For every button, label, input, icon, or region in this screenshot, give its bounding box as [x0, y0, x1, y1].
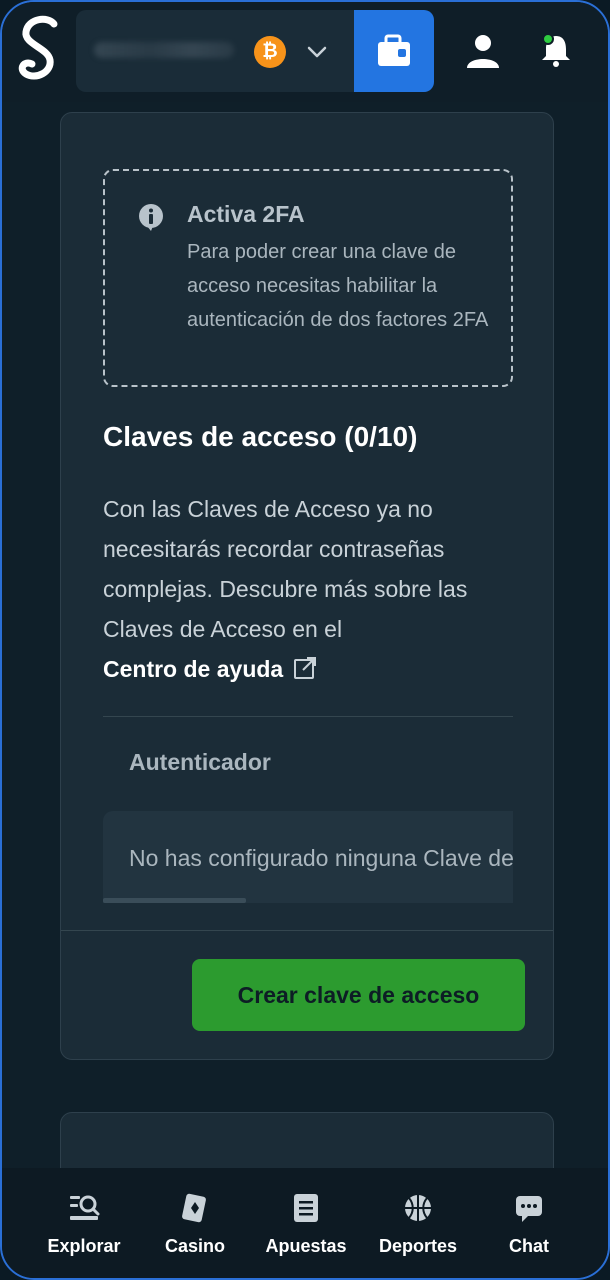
passkeys-card: Activa 2FA Para poder crear una clave de… — [60, 112, 554, 1060]
nav-item-deportes[interactable]: Deportes — [360, 1168, 476, 1278]
hidden-balance — [94, 42, 234, 58]
bitcoin-icon: ₿ — [254, 36, 286, 68]
passkeys-description-text: Con las Claves de Acceso ya no necesitar… — [103, 496, 468, 642]
chevron-down-icon — [307, 46, 327, 58]
nav-label: Apuestas — [265, 1236, 347, 1256]
nav-item-chat[interactable]: Chat — [471, 1168, 587, 1278]
app-frame: ₿ Activa 2FA Para poder crear una clave … — [0, 0, 610, 1280]
wallet-button[interactable] — [354, 10, 434, 92]
nav-label: Chat — [509, 1236, 549, 1256]
bottom-navigation: Explorar Casino Apuestas Deportes Chat — [2, 1168, 608, 1278]
explore-icon — [70, 1195, 100, 1220]
nav-label: Casino — [164, 1236, 225, 1256]
divider — [103, 716, 513, 717]
balance-selector[interactable]: ₿ — [76, 10, 354, 92]
passkeys-description: Con las Claves de Acceso ya no necesitar… — [103, 489, 523, 689]
help-center-link[interactable]: Centro de ayuda — [103, 656, 317, 682]
table-row: No has configurado ninguna Clave de acce… — [103, 811, 513, 903]
wallet-icon — [378, 34, 410, 66]
nav-label: Explorar — [47, 1236, 121, 1256]
casino-cards-icon — [182, 1193, 206, 1223]
info-icon — [139, 204, 163, 231]
card-footer-divider — [61, 930, 553, 931]
user-icon[interactable] — [464, 32, 502, 70]
create-passkey-button[interactable]: Crear clave de acceso — [192, 959, 525, 1031]
help-center-link-label: Centro de ayuda — [103, 656, 284, 682]
external-link-icon — [294, 657, 317, 679]
horizontal-scrollbar[interactable] — [103, 898, 246, 903]
betslip-icon — [294, 1194, 318, 1222]
nav-label: Deportes — [378, 1236, 458, 1256]
notification-dot — [542, 33, 554, 45]
empty-table-message: No has configurado ninguna Clave de acce… — [129, 845, 513, 871]
nav-item-explorar[interactable]: Explorar — [26, 1168, 142, 1278]
column-header-authenticator: Autenticador — [129, 749, 271, 775]
twofa-notice: Activa 2FA Para poder crear una clave de… — [103, 169, 513, 387]
nav-item-apuestas[interactable]: Apuestas — [248, 1168, 364, 1278]
top-header: ₿ — [2, 2, 608, 102]
basketball-icon — [405, 1195, 431, 1221]
nav-item-casino[interactable]: Casino — [137, 1168, 253, 1278]
twofa-text: Para poder crear una clave de acceso nec… — [187, 241, 489, 331]
passkeys-title: Claves de acceso (0/10) — [103, 421, 418, 452]
bell-icon[interactable] — [536, 30, 576, 70]
twofa-title: Activa 2FA — [187, 201, 305, 227]
sportsbook-logo-icon[interactable] — [14, 14, 66, 86]
chat-icon — [516, 1196, 542, 1222]
